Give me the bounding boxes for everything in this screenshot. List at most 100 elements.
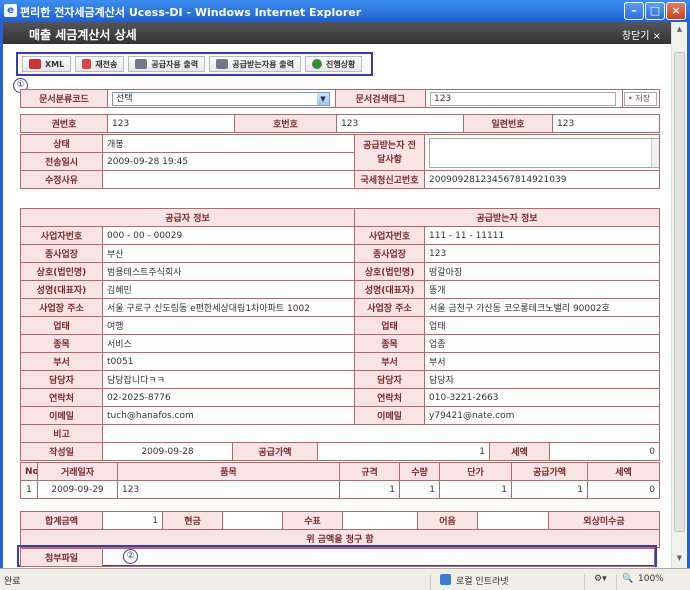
resend-button[interactable]: 재전송 xyxy=(75,56,125,72)
items-table: No 거래일자 품목 규격 수량 단가 공급가액 세액 1 2009-09-29 123 1 1 1 1 0 xyxy=(20,462,660,499)
item-cell: 1 xyxy=(439,480,512,499)
totals-table: 합계금액 1 현금 수표 어음 외상미수금 위 금액을 청구 함 xyxy=(20,511,660,548)
state-value: 개봉 xyxy=(102,134,355,153)
tax-value: 0 xyxy=(549,442,660,461)
items-column-header: 품목 xyxy=(117,462,340,481)
save-cell: • 저장 xyxy=(622,89,660,108)
table-row: 1 2009-09-29 123 1 1 1 1 0 xyxy=(20,480,660,499)
tag-label: 문서검색태그 xyxy=(335,89,426,108)
party-row: 업태 여행 업태 업태 xyxy=(20,316,661,335)
items-column-header: 규격 xyxy=(339,462,400,481)
close-page-button[interactable]: 창닫기 × xyxy=(622,27,661,42)
total-value: 1 xyxy=(102,511,163,530)
maximize-button[interactable]: □ xyxy=(645,2,665,20)
action-toolbar: XML 재전송 공급자용 출력 공급받는자용 출력 진행상황 xyxy=(16,52,373,76)
minimize-button[interactable]: – xyxy=(624,2,644,20)
vertical-scrollbar[interactable]: ▲ ▼ xyxy=(671,22,687,568)
status-bar: 완료 로컬 인트라넷 ⚙▾ 🔍 100% xyxy=(0,568,690,590)
serial-label: 일련번호 xyxy=(463,114,553,133)
party-row: 부서 t0051 부서 부서 xyxy=(20,352,661,371)
intranet-icon xyxy=(440,574,451,585)
supplier-field-label: 종사업장 xyxy=(20,244,103,263)
note-label: 어음 xyxy=(417,511,478,530)
tag-input[interactable]: 123 xyxy=(430,91,616,106)
scroll-thumb[interactable] xyxy=(674,52,685,532)
ho-value: 123 xyxy=(336,114,464,133)
receiver-field-value: 010-3221-2663 xyxy=(424,388,661,407)
item-cell: 1 xyxy=(511,480,588,499)
supplier-field-value: 서비스 xyxy=(101,334,356,353)
print-supplier-button[interactable]: 공급자용 출력 xyxy=(128,56,206,72)
receiver-field-label: 담당자 xyxy=(354,370,426,389)
zoom-icon[interactable]: 🔍 xyxy=(622,574,633,584)
doc-class-table: 문서분류코드 선택 ▼ 문서검색태그 123 • 저장 xyxy=(20,89,660,108)
window-titlebar: e 편리한 전자세금계산서 Ucess-DI - Windows Interne… xyxy=(0,0,690,22)
party-row: 사업자번호 000 - 00 - 00029 사업자번호 111 - 11 - 111… xyxy=(20,226,661,245)
receiver-field-label: 성명(대표자) xyxy=(354,280,426,299)
nts-value: 20090928123456781492103​9 xyxy=(424,170,660,189)
supplier-field-value: 000 - 00 - 00029 xyxy=(101,226,356,245)
receiver-field-label: 종목 xyxy=(354,334,426,353)
items-column-header: 단가 xyxy=(439,462,512,481)
supplier-field-label: 이메일 xyxy=(20,406,103,425)
progress-button-label: 진행상황 xyxy=(325,59,356,69)
textarea-scrollbar[interactable] xyxy=(651,138,659,167)
items-column-header: 공급가액 xyxy=(511,462,588,481)
save-tag-button[interactable]: • 저장 xyxy=(624,91,657,106)
scroll-down-icon[interactable]: ▼ xyxy=(674,554,685,565)
party-row: 종목 서비스 종목 업종 xyxy=(20,334,661,353)
supplier-header: 공급자 정보 xyxy=(19,208,356,227)
ho-label: 호번호 xyxy=(234,114,337,133)
receiver-field-value: y79421@nate.com xyxy=(424,406,661,425)
item-cell: 1 xyxy=(20,480,38,499)
supplier-field-label: 사업장 주소 xyxy=(20,298,103,317)
print-receiver-button[interactable]: 공급받는자용 출력 xyxy=(209,56,301,72)
number-table: 권번호 123 호번호 123 일련번호 123 xyxy=(20,114,660,133)
recv-msg-label: 공급받는자 전달사항 xyxy=(354,134,425,171)
zoom-level[interactable]: 100% xyxy=(638,574,664,584)
settings-icon[interactable]: ⚙▾ xyxy=(594,574,607,584)
party-row: 성명(대표자) 김혜민 성명(대표자) 똥개 xyxy=(20,280,661,299)
class-select[interactable]: 선택 ▼ xyxy=(112,91,330,106)
state-label: 상태 xyxy=(20,134,103,153)
recv-msg-textarea[interactable] xyxy=(429,137,659,168)
receiver-header: 공급받는자 정보 xyxy=(354,208,661,227)
status-table: 상태 개봉 공급받는자 전달사항 전송일시 2009-09-28 19:45 수… xyxy=(20,134,660,189)
supplier-field-value: 김혜민 xyxy=(101,280,356,299)
cash-value xyxy=(222,511,283,530)
page-header: 매출 세금계산서 상세 창닫기 × xyxy=(3,22,671,44)
items-body: 1 2009-09-29 123 1 1 1 1 0 xyxy=(20,480,660,499)
page-title: 매출 세금계산서 상세 xyxy=(29,28,137,42)
supplier-field-label: 담당자 xyxy=(20,370,103,389)
receiver-field-label: 부서 xyxy=(354,352,426,371)
class-label: 문서분류코드 xyxy=(20,89,108,108)
items-column-header: 세액 xyxy=(587,462,660,481)
progress-button[interactable]: 진행상황 xyxy=(304,56,363,72)
supplier-field-value: 담당잡니다ㅋㅋ xyxy=(101,370,356,389)
attach-value[interactable] xyxy=(102,548,655,567)
supplier-field-label: 부서 xyxy=(20,352,103,371)
summary-table: 작성일 2009-09-28 공급가액 1 세액 0 xyxy=(20,442,660,461)
receiver-field-label: 상호(법인명) xyxy=(354,262,426,281)
scroll-up-icon[interactable]: ▲ xyxy=(674,25,685,36)
party-rows: 사업자번호 000 - 00 - 00029 사업자번호 111 - 11 - 111… xyxy=(20,226,661,425)
attach-table: 첨부파일 xyxy=(20,548,655,567)
receiver-field-label: 업태 xyxy=(354,316,426,335)
receiver-field-value: 담당자 xyxy=(424,370,661,389)
supplier-field-value: 부산 xyxy=(101,244,356,263)
xml-button[interactable]: XML xyxy=(22,56,72,72)
date-value: 2009-09-28 xyxy=(102,442,233,461)
receiver-field-value: 업종 xyxy=(424,334,661,353)
ie-icon: e xyxy=(4,4,17,17)
receiver-field-value: 떵갈아징 xyxy=(424,262,661,281)
item-cell: 2009-09-29 xyxy=(37,480,118,499)
status-divider xyxy=(430,574,431,590)
check-label: 수표 xyxy=(282,511,343,530)
globe-icon xyxy=(311,59,322,69)
supplier-field-value: 서울 구로구 신도림동 e편한세상대림1차아파트 1002 xyxy=(101,298,356,317)
tax-label: 세액 xyxy=(489,442,550,461)
chevron-down-icon[interactable]: ▼ xyxy=(317,92,329,105)
serial-value: 123 xyxy=(552,114,660,133)
class-cell: 선택 ▼ xyxy=(107,89,336,108)
close-window-button[interactable]: × xyxy=(666,2,686,20)
